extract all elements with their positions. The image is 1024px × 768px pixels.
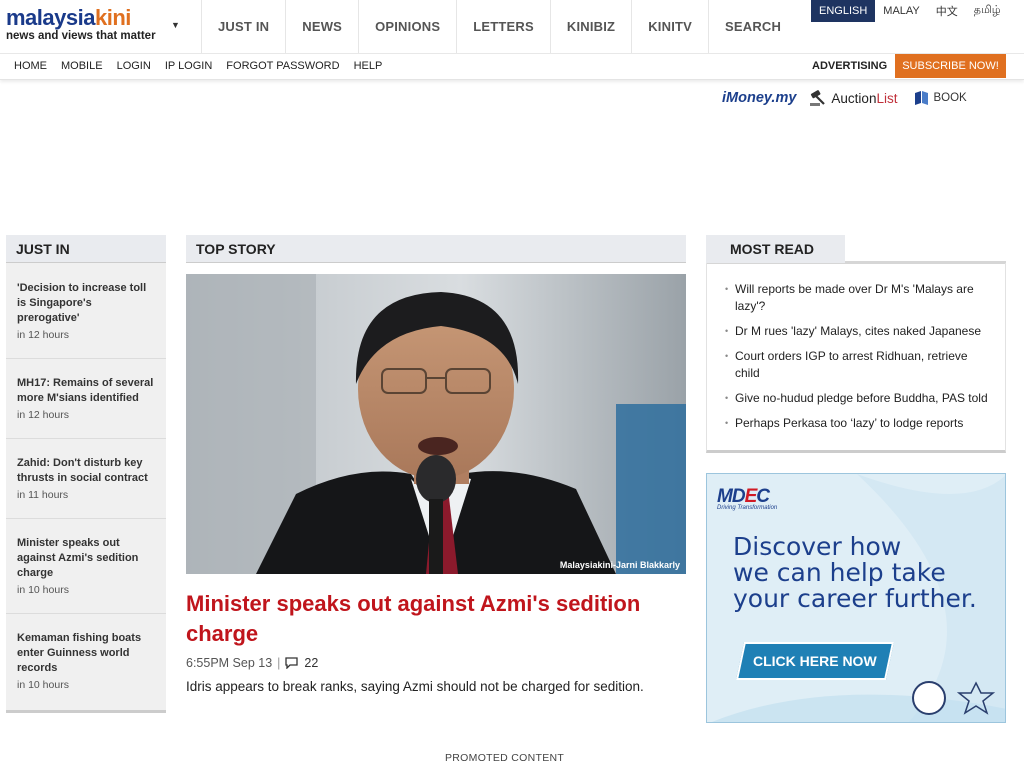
just-in-time: in 10 hours bbox=[17, 679, 69, 691]
just-in-title[interactable]: 'Decision to increase toll is Singapore'… bbox=[17, 281, 156, 326]
top-story-headline[interactable]: Minister speaks out against Azmi's sedit… bbox=[186, 589, 686, 649]
subnav-mobile[interactable]: MOBILE bbox=[61, 60, 103, 72]
lang-english[interactable]: ENGLISH bbox=[811, 0, 876, 22]
list-item[interactable]: Dr M rues 'lazy' Malays, cites naked Jap… bbox=[725, 323, 995, 340]
list-item[interactable]: Give no-hudud pledge before Buddha, PAS … bbox=[725, 390, 995, 407]
divider bbox=[6, 438, 166, 439]
just-in-time: in 12 hours bbox=[17, 329, 69, 341]
lang-chinese[interactable]: 中文 bbox=[928, 0, 966, 22]
mdec-advertisement[interactable]: MDEC Driving Transformation Discover how… bbox=[706, 473, 1006, 723]
just-in-time: in 11 hours bbox=[17, 489, 69, 501]
book-icon bbox=[915, 91, 929, 105]
advertising-link[interactable]: ADVERTISING bbox=[812, 54, 887, 78]
subnav-forgot-password[interactable]: FORGOT PASSWORD bbox=[226, 60, 339, 72]
just-in-title[interactable]: Minister speaks out against Azmi's sedit… bbox=[17, 536, 156, 581]
nav-news[interactable]: NEWS bbox=[286, 0, 360, 53]
divider bbox=[6, 613, 166, 614]
digital-malaysia-seal-icon bbox=[912, 681, 946, 715]
ad-cta-button[interactable]: CLICK HERE NOW bbox=[735, 642, 895, 680]
photo-credit: Malaysiakini-Jarni Blakkarly bbox=[560, 560, 680, 570]
logo-tagline: news and views that matter bbox=[6, 30, 156, 42]
sub-nav: HOME MOBILE LOGIN IP LOGIN FORGOT PASSWO… bbox=[0, 53, 1024, 78]
list-item[interactable]: Perhaps Perkasa too ‘lazy’ to lodge repo… bbox=[725, 415, 995, 432]
book-link[interactable]: BOOK bbox=[913, 90, 967, 106]
language-switcher: ENGLISH MALAY 中文 தமிழ் bbox=[811, 0, 1009, 22]
nav-just-in[interactable]: JUST IN bbox=[202, 0, 287, 53]
nav-letters[interactable]: LETTERS bbox=[457, 0, 551, 53]
list-item[interactable]: Minister speaks out against Azmi's sedit… bbox=[6, 536, 166, 596]
comment-count[interactable]: 22 bbox=[304, 656, 318, 670]
subnav-help[interactable]: HELP bbox=[354, 60, 383, 72]
just-in-title[interactable]: MH17: Remains of several more M'sians id… bbox=[17, 376, 156, 406]
main-nav: JUST IN NEWS OPINIONS LETTERS KINIBIZ KI… bbox=[201, 0, 803, 53]
most-read-list: Will reports be made over Dr M's 'Malays… bbox=[706, 263, 1006, 453]
just-in-title[interactable]: Zahid: Don't disturb key thrusts in soci… bbox=[17, 456, 156, 486]
just-in-list: 'Decision to increase toll is Singapore'… bbox=[6, 263, 166, 713]
just-in-time: in 10 hours bbox=[17, 584, 69, 596]
list-item[interactable]: 'Decision to increase toll is Singapore'… bbox=[6, 281, 166, 341]
nav-search[interactable]: SEARCH bbox=[709, 0, 803, 53]
list-item[interactable]: Court orders IGP to arrest Ridhuan, retr… bbox=[725, 348, 995, 382]
lang-tamil[interactable]: தமிழ் bbox=[966, 0, 1009, 22]
nav-kinitv[interactable]: KINITV bbox=[632, 0, 710, 53]
just-in-heading: JUST IN bbox=[6, 235, 166, 263]
list-item[interactable]: MH17: Remains of several more M'sians id… bbox=[6, 376, 166, 421]
imoney-logo[interactable]: iMoney.my bbox=[722, 90, 796, 106]
edition-dropdown-icon[interactable]: ▼ bbox=[171, 20, 180, 30]
list-item[interactable]: Kemaman fishing boats enter Guinness wor… bbox=[6, 631, 166, 691]
top-story-photo[interactable]: Malaysiakini-Jarni Blakkarly bbox=[186, 274, 686, 574]
speaker-photo-illustration: Malaysiakini-Jarni Blakkarly bbox=[186, 274, 686, 574]
subnav-home[interactable]: HOME bbox=[14, 60, 47, 72]
lang-malay[interactable]: MALAY bbox=[875, 0, 927, 22]
subscribe-button[interactable]: SUBSCRIBE NOW! bbox=[895, 54, 1006, 78]
site-logo[interactable]: malaysiakini news and views that matter bbox=[6, 6, 186, 50]
list-item[interactable]: Zahid: Don't disturb key thrusts in soci… bbox=[6, 456, 166, 501]
divider bbox=[6, 358, 166, 359]
partner-links: iMoney.my Auction List BOOK bbox=[722, 88, 967, 108]
nav-opinions[interactable]: OPINIONS bbox=[359, 0, 458, 53]
top-story-heading: TOP STORY bbox=[186, 235, 686, 263]
top-story-time: 6:55PM Sep 13 bbox=[186, 656, 273, 670]
logo-wordmark: malaysiakini bbox=[6, 5, 131, 30]
most-read-tab[interactable]: MOST READ bbox=[706, 235, 845, 263]
top-story-summary: Idris appears to break ranks, saying Azm… bbox=[186, 679, 644, 694]
promoted-content-label: PROMOTED CONTENT bbox=[445, 752, 565, 764]
divider bbox=[6, 518, 166, 519]
nav-kinibiz[interactable]: KINIBIZ bbox=[551, 0, 633, 53]
mdec-tagline: Driving Transformation bbox=[717, 505, 778, 511]
subnav-ip-login[interactable]: IP LOGIN bbox=[165, 60, 212, 72]
just-in-title[interactable]: Kemaman fishing boats enter Guinness wor… bbox=[17, 631, 156, 676]
comment-icon[interactable] bbox=[285, 657, 299, 669]
msc-seal-icon bbox=[957, 681, 995, 715]
just-in-time: in 12 hours bbox=[17, 409, 69, 421]
subnav-login[interactable]: LOGIN bbox=[117, 60, 151, 72]
most-read-header: MOST READ bbox=[706, 235, 1006, 264]
list-item[interactable]: Will reports be made over Dr M's 'Malays… bbox=[725, 281, 995, 315]
site-header: malaysiakini news and views that matter … bbox=[0, 0, 1024, 80]
auctionlist-logo[interactable]: Auction List bbox=[808, 89, 897, 107]
ad-headline: Discover how we can help take your caree… bbox=[733, 532, 977, 613]
auction-gavel-icon bbox=[810, 90, 826, 106]
top-story-meta: 6:55PM Sep 13 | 22 bbox=[186, 656, 319, 670]
